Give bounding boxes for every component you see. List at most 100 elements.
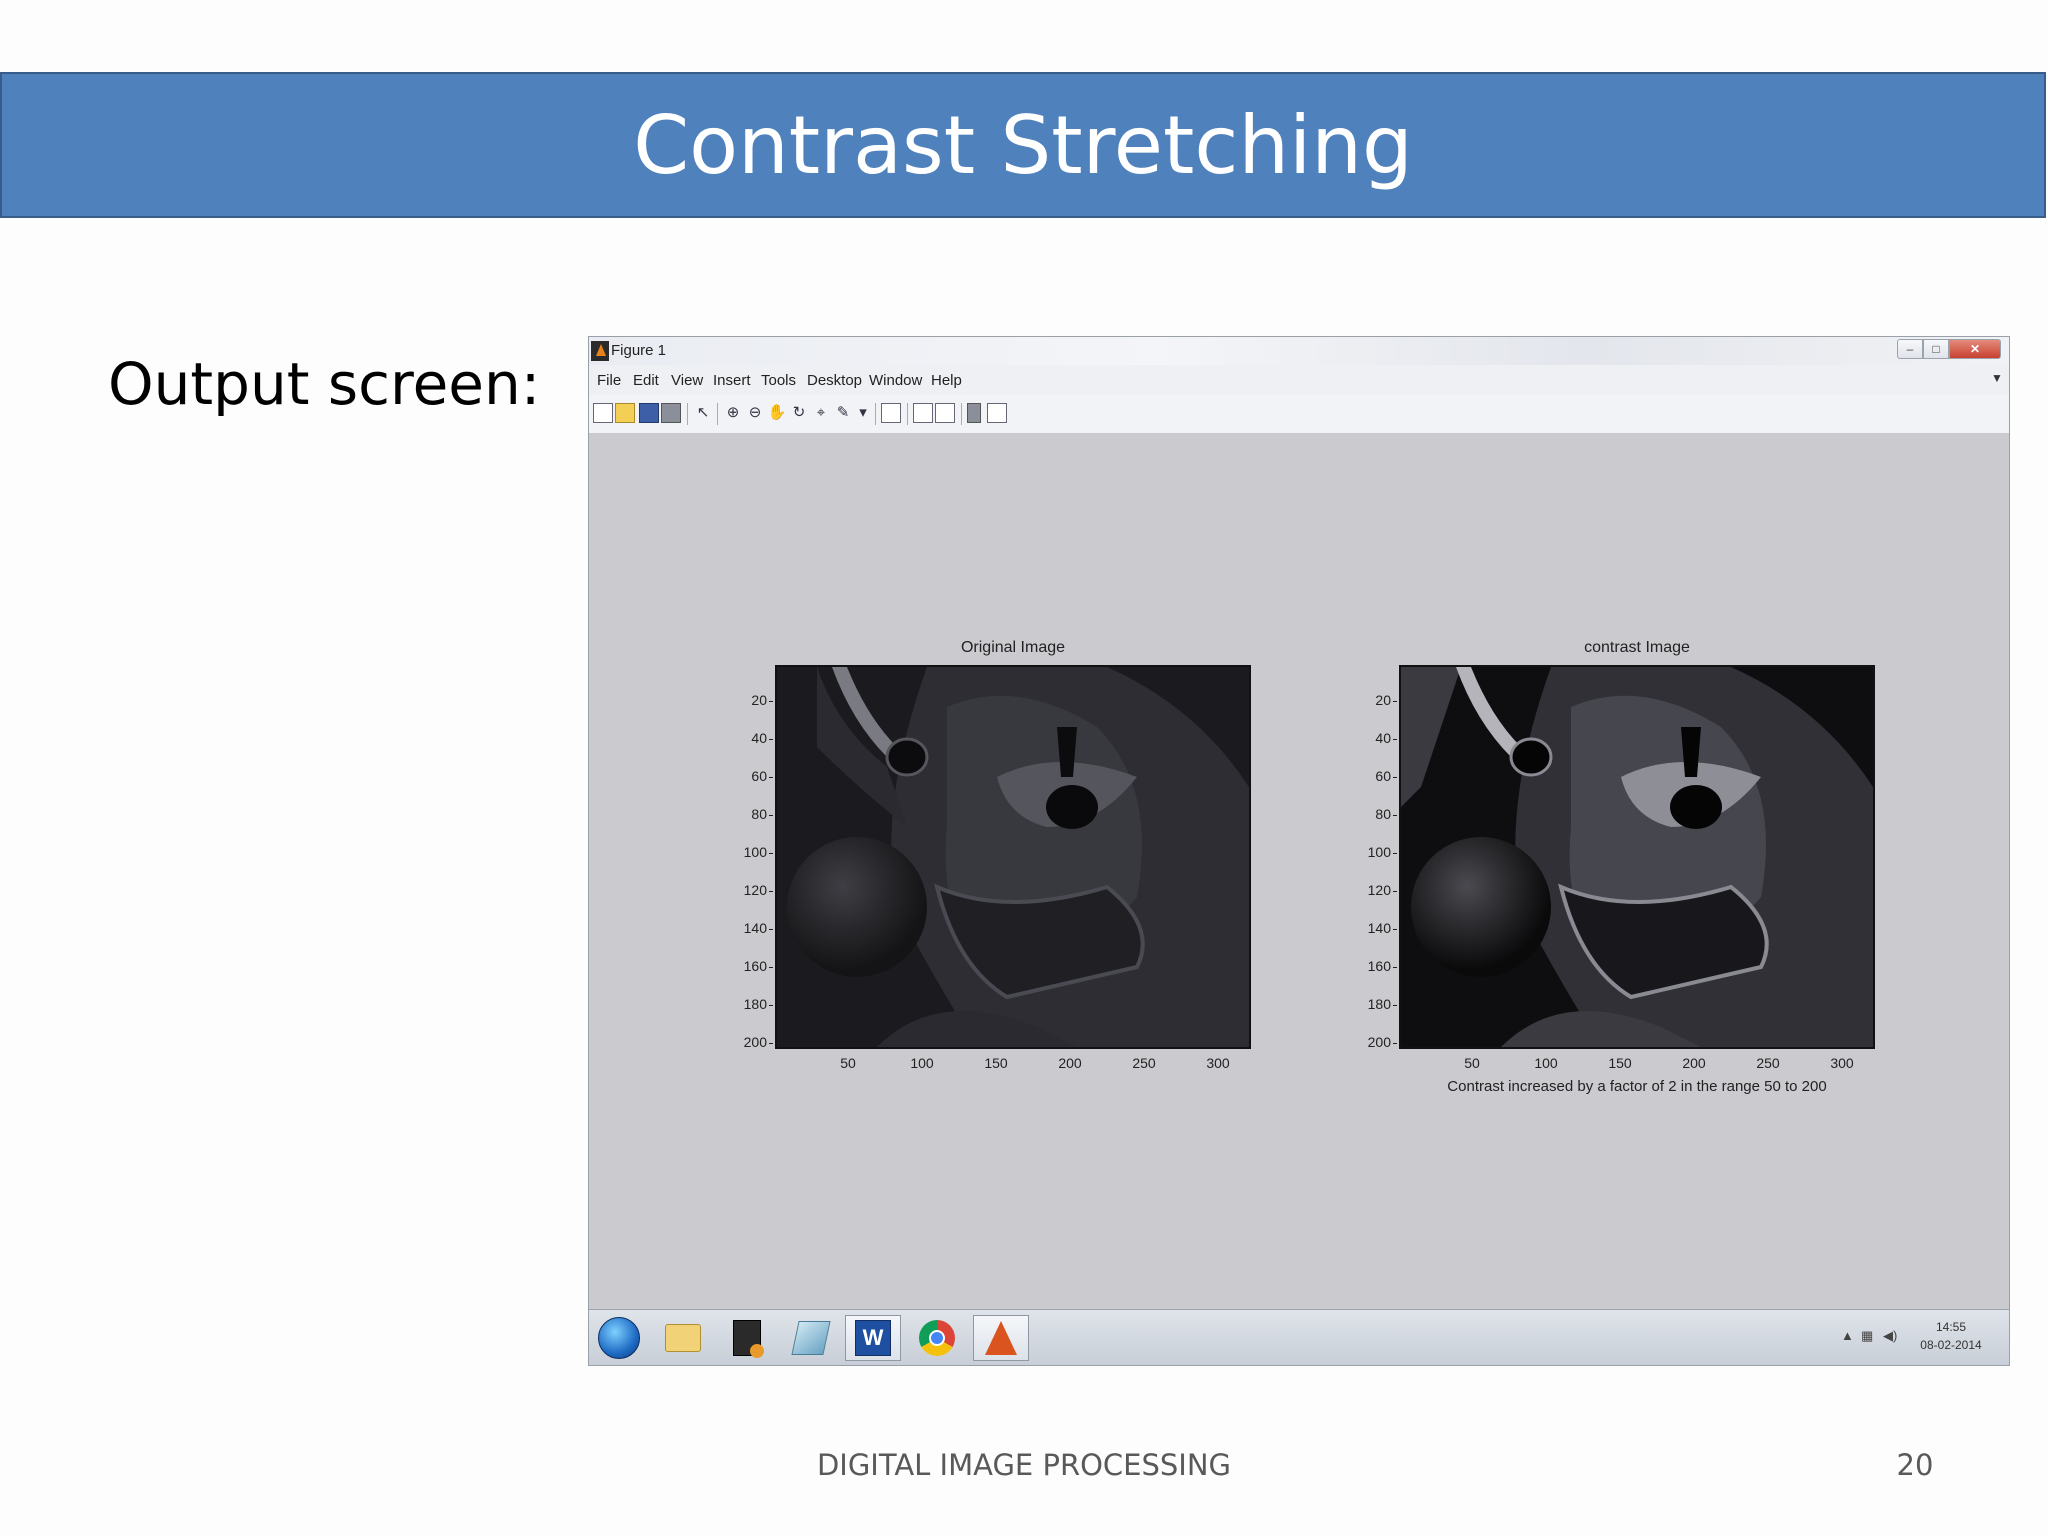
start-orb-icon bbox=[598, 1317, 640, 1359]
y-tick: 120 bbox=[735, 882, 773, 898]
taskbar-matlab[interactable] bbox=[973, 1315, 1029, 1361]
y-tick: 140 bbox=[735, 920, 773, 936]
menu-view[interactable]: View bbox=[671, 372, 703, 389]
taskbar-explorer[interactable] bbox=[655, 1315, 711, 1361]
matlab-icon bbox=[985, 1321, 1017, 1355]
chrome-icon bbox=[919, 1320, 955, 1356]
folder-icon bbox=[665, 1324, 701, 1352]
x-tick: 250 bbox=[1756, 1055, 1780, 1071]
toolbar-separator bbox=[907, 403, 908, 425]
contrast-image-axes[interactable] bbox=[1399, 665, 1875, 1049]
y-tick: 20 bbox=[735, 692, 773, 708]
slide-title-banner: Contrast Stretching bbox=[0, 72, 2046, 218]
zoom-in-icon[interactable]: ⊕ bbox=[723, 403, 743, 423]
y-tick: 180 bbox=[1359, 996, 1397, 1012]
taskbar-word[interactable]: W bbox=[845, 1315, 901, 1361]
x-tick: 100 bbox=[910, 1055, 934, 1071]
menu-file[interactable]: File bbox=[597, 372, 621, 389]
zoom-out-icon[interactable]: ⊖ bbox=[745, 403, 765, 423]
hide-plot-tools-icon[interactable] bbox=[967, 403, 981, 423]
y-tick: 120 bbox=[1359, 882, 1397, 898]
taskbar-app[interactable] bbox=[719, 1315, 775, 1361]
menu-insert[interactable]: Insert bbox=[713, 372, 751, 389]
y-tick: 140 bbox=[1359, 920, 1397, 936]
maximize-button[interactable]: □ bbox=[1923, 339, 1949, 359]
output-screen-label: Output screen: bbox=[108, 350, 541, 418]
menu-help[interactable]: Help bbox=[931, 372, 962, 389]
figure-canvas: Original Image 20 40 60 80 100 120 140 1… bbox=[589, 433, 2009, 1309]
volume-icon[interactable]: ◀) bbox=[1883, 1328, 1897, 1344]
page-number: 20 bbox=[1896, 1448, 1934, 1482]
x-tick: 150 bbox=[1608, 1055, 1632, 1071]
window-titlebar[interactable]: Figure 1 – □ ✕ bbox=[589, 337, 2009, 366]
x-tick: 50 bbox=[1464, 1055, 1480, 1071]
new-figure-icon[interactable] bbox=[593, 403, 613, 423]
clock-time: 14:55 bbox=[1935, 1320, 1967, 1334]
word-icon: W bbox=[855, 1320, 891, 1356]
x-tick: 100 bbox=[1534, 1055, 1558, 1071]
taskbar: W ▲ ▦ ◀) 14:55 08-02-2014 bbox=[589, 1309, 2009, 1365]
x-tick: 250 bbox=[1132, 1055, 1156, 1071]
original-image-axes[interactable] bbox=[775, 665, 1251, 1049]
menu-bar: File Edit View Insert Tools Desktop Wind… bbox=[589, 365, 2009, 396]
x-tick: 200 bbox=[1058, 1055, 1082, 1071]
y-tick: 40 bbox=[735, 730, 773, 746]
contrast-image bbox=[1401, 667, 1873, 1047]
system-clock[interactable]: 14:55 08-02-2014 bbox=[1911, 1318, 1991, 1354]
minimize-button[interactable]: – bbox=[1897, 339, 1923, 359]
y-tick: 180 bbox=[735, 996, 773, 1012]
y-tick: 160 bbox=[1359, 958, 1397, 974]
pointer-icon[interactable]: ↖ bbox=[693, 403, 713, 423]
original-image bbox=[777, 667, 1249, 1047]
y-tick: 60 bbox=[1359, 768, 1397, 784]
legend-icon[interactable] bbox=[935, 403, 955, 423]
toolbar-separator bbox=[961, 403, 962, 425]
start-button[interactable] bbox=[591, 1315, 647, 1361]
y-tick: 60 bbox=[735, 768, 773, 784]
show-plot-tools-icon[interactable] bbox=[987, 403, 1007, 423]
window-title: Figure 1 bbox=[611, 342, 667, 359]
toolbar-separator bbox=[717, 403, 718, 425]
rotate-icon[interactable]: ↻ bbox=[789, 403, 809, 423]
x-tick: 150 bbox=[984, 1055, 1008, 1071]
print-icon[interactable] bbox=[661, 403, 681, 423]
x-tick: 200 bbox=[1682, 1055, 1706, 1071]
tray-expand-icon[interactable]: ▲ bbox=[1841, 1328, 1854, 1343]
slide-title: Contrast Stretching bbox=[633, 98, 1413, 192]
taskbar-chrome[interactable] bbox=[909, 1315, 965, 1361]
menu-tools[interactable]: Tools bbox=[761, 372, 796, 389]
y-tick: 40 bbox=[1359, 730, 1397, 746]
figure-window: Figure 1 – □ ✕ File Edit View Insert Too… bbox=[588, 336, 2010, 1366]
data-cursor-icon[interactable]: ⌖ bbox=[811, 403, 831, 423]
y-tick: 100 bbox=[735, 844, 773, 860]
toolbar-separator bbox=[687, 403, 688, 425]
colorbar-icon[interactable] bbox=[913, 403, 933, 423]
link-plot-icon[interactable] bbox=[881, 403, 901, 423]
y-tick: 80 bbox=[735, 806, 773, 822]
matlab-icon bbox=[591, 341, 609, 361]
taskbar-viewer[interactable] bbox=[783, 1315, 839, 1361]
menu-edit[interactable]: Edit bbox=[633, 372, 659, 389]
page-icon bbox=[791, 1321, 831, 1355]
toolbar-separator bbox=[875, 403, 876, 425]
menu-overflow-icon[interactable]: ▼ bbox=[1991, 371, 2003, 385]
pan-icon[interactable]: ✋ bbox=[767, 403, 787, 423]
menu-desktop[interactable]: Desktop bbox=[807, 372, 862, 389]
save-icon[interactable] bbox=[639, 403, 659, 423]
y-tick: 200 bbox=[735, 1034, 773, 1050]
y-tick: 160 bbox=[735, 958, 773, 974]
x-axis-caption: Contrast increased by a factor of 2 in t… bbox=[1447, 1078, 1827, 1095]
plot-title-original: Original Image bbox=[960, 639, 1066, 656]
y-tick: 200 bbox=[1359, 1034, 1397, 1050]
close-button[interactable]: ✕ bbox=[1949, 339, 2001, 359]
network-icon[interactable]: ▦ bbox=[1861, 1328, 1873, 1344]
open-file-icon[interactable] bbox=[615, 403, 635, 423]
plot-title-contrast: contrast Image bbox=[1584, 639, 1690, 656]
y-tick: 20 bbox=[1359, 692, 1397, 708]
x-tick: 300 bbox=[1830, 1055, 1854, 1071]
x-tick: 300 bbox=[1206, 1055, 1230, 1071]
brush-icon[interactable]: ✎ bbox=[833, 403, 853, 423]
menu-window[interactable]: Window bbox=[869, 372, 922, 389]
brush-dropdown-icon[interactable]: ▾ bbox=[853, 403, 873, 423]
y-tick: 80 bbox=[1359, 806, 1397, 822]
